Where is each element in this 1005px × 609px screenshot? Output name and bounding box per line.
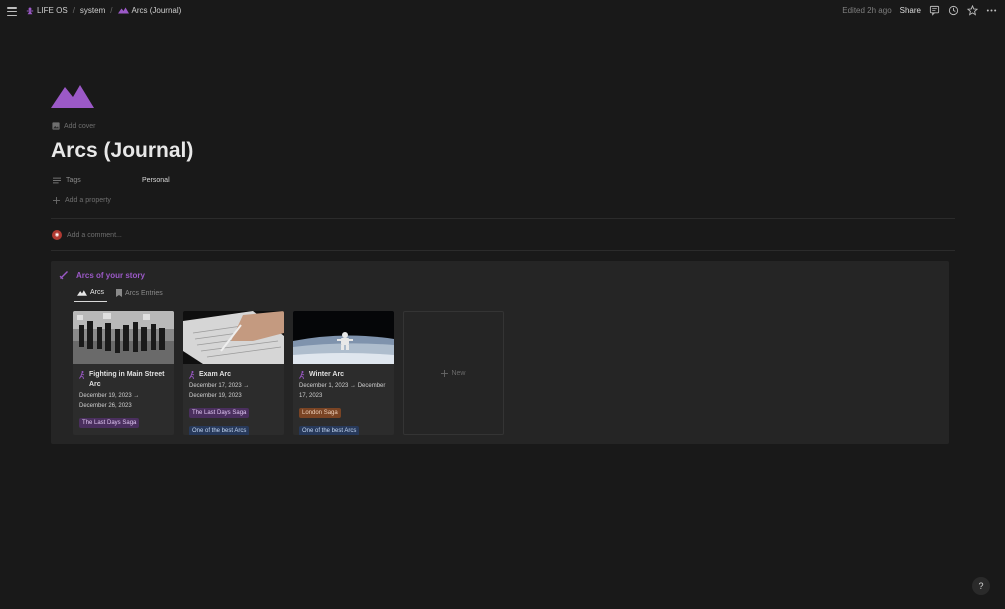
add-property-button[interactable]: Add a property (53, 197, 111, 204)
avatar: ◉ (52, 230, 62, 240)
runner-icon (299, 371, 305, 379)
card-cover-image (73, 311, 174, 364)
breadcrumb-label: system (79, 6, 106, 15)
add-cover-label: Add cover (64, 122, 96, 130)
tag-badge: One of the best Arcs (299, 426, 360, 435)
callout-title: Arcs of your story (59, 270, 145, 280)
sword-icon (59, 271, 68, 280)
add-cover-button[interactable]: Add cover (52, 122, 96, 130)
plus-icon (53, 197, 60, 204)
top-bar: LIFE OS / system / Arcs (Journal) Edited… (0, 0, 1005, 24)
comment-icon[interactable] (929, 5, 940, 16)
tag-badge: The Last Days Saga (189, 408, 250, 418)
more-icon[interactable] (986, 5, 997, 16)
tab-label: Arcs (90, 289, 104, 296)
property-label: Tags (66, 177, 81, 184)
divider (51, 250, 955, 251)
gallery-card[interactable]: Winter Arc December 1, 2023 → December 1… (293, 311, 394, 435)
property-row-tags[interactable]: Tags Personal (53, 177, 170, 184)
callout-arcs: Arcs of your story Arcs Arcs Entries Fig… (51, 261, 949, 444)
breadcrumb-separator: / (72, 6, 75, 15)
property-value[interactable]: Personal (142, 177, 170, 184)
card-cover-image (183, 311, 284, 364)
image-icon (52, 122, 60, 130)
share-button[interactable]: Share (900, 6, 921, 15)
breadcrumb-item-system[interactable]: system (80, 6, 105, 15)
list-icon (53, 177, 61, 184)
tag-badge: London Saga (299, 408, 341, 418)
tab-label: Arcs Entries (125, 289, 163, 297)
tab-arcs-entries[interactable]: Arcs Entries (113, 287, 166, 302)
comment-input[interactable]: Add a comment... (67, 232, 122, 239)
property-name: Tags (53, 177, 142, 184)
page-icon-mountain[interactable] (51, 84, 94, 108)
new-card-button[interactable]: New (403, 311, 504, 435)
bookmark-icon (116, 289, 122, 297)
mountain-icon (77, 289, 87, 296)
mountain-icon (117, 7, 129, 14)
card-title: Fighting in Main Street Arc (79, 370, 168, 390)
card-title: Exam Arc (189, 370, 278, 380)
card-date: December 1, 2023 → December 17, 2023 (299, 383, 386, 399)
tag-badge: The Last Days Saga (79, 418, 140, 428)
plus-icon (441, 369, 449, 377)
gallery-card[interactable]: Fighting in Main Street Arc December 19,… (73, 311, 174, 435)
top-actions: Edited 2h ago Share (842, 5, 997, 16)
runner-icon (189, 371, 195, 379)
card-date: December 17, 2023 → December 19, 2023 (189, 383, 250, 399)
menu-icon[interactable] (7, 7, 17, 16)
breadcrumb-item-arcs[interactable]: Arcs (Journal) (117, 6, 182, 15)
star-icon[interactable] (967, 5, 978, 16)
lifeos-icon (26, 7, 34, 14)
callout-title-text[interactable]: Arcs of your story (76, 271, 145, 280)
runner-icon (79, 371, 85, 379)
history-icon[interactable] (948, 5, 959, 16)
breadcrumb-separator: / (110, 6, 113, 15)
card-title: Winter Arc (299, 370, 388, 380)
gallery-card[interactable]: Exam Arc December 17, 2023 → December 19… (183, 311, 284, 435)
breadcrumb: LIFE OS / system / Arcs (Journal) (26, 6, 181, 15)
card-date: December 19, 2023 → December 26, 2023 (79, 393, 140, 409)
view-tabs: Arcs Arcs Entries (74, 287, 166, 302)
comment-row[interactable]: ◉ Add a comment... (52, 230, 122, 240)
gallery-view: Fighting in Main Street Arc December 19,… (73, 311, 504, 435)
page-title[interactable]: Arcs (Journal) (51, 139, 193, 163)
edited-timestamp: Edited 2h ago (842, 6, 892, 15)
tag-badge: One of the best Arcs (189, 426, 250, 435)
breadcrumb-label: LIFE OS (37, 6, 68, 15)
tab-arcs[interactable]: Arcs (74, 287, 107, 302)
new-card-label: New (451, 369, 466, 377)
card-cover-image (293, 311, 394, 364)
help-button[interactable]: ? (972, 577, 990, 595)
divider (51, 218, 955, 219)
add-property-label: Add a property (65, 197, 111, 204)
breadcrumb-label: Arcs (Journal) (131, 6, 182, 15)
breadcrumb-item-lifeos[interactable]: LIFE OS (26, 6, 68, 15)
